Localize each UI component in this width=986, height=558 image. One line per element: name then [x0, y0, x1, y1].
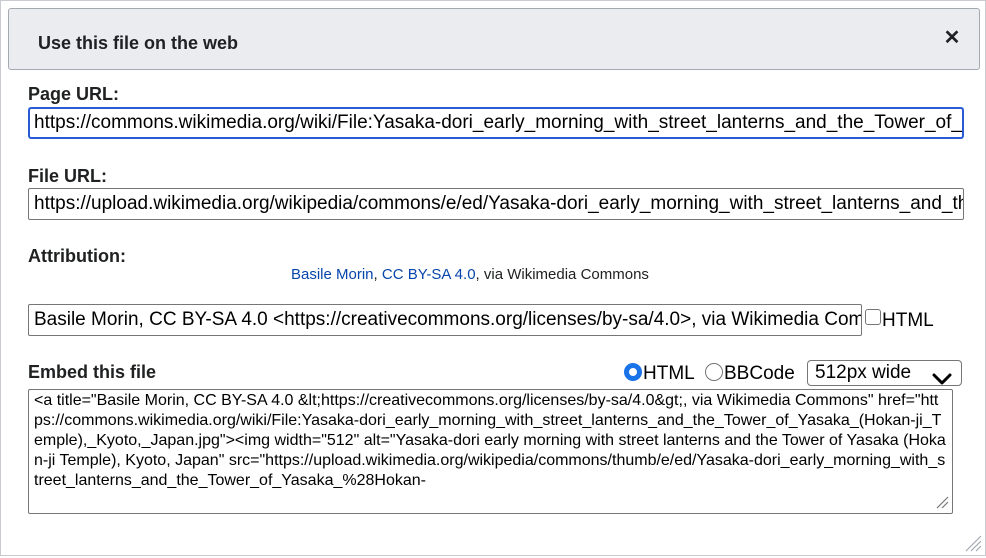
attribution-suffix: , via Wikimedia Commons	[475, 266, 649, 283]
size-select-value: 512px wide	[815, 362, 912, 383]
dialog-title: Use this file on the web	[38, 33, 239, 53]
bbcode-format-radio[interactable]	[705, 363, 723, 381]
html-attribution-label: HTML	[882, 310, 934, 331]
use-file-dialog: Use this file on the web ✕ Page URL: htt…	[0, 0, 986, 556]
file-url-label: File URL:	[28, 166, 107, 186]
dialog-resize-grip-icon[interactable]	[963, 533, 983, 558]
embed-code-textarea[interactable]: <a title="Basile Morin, CC BY-SA 4.0 &lt…	[28, 389, 953, 514]
attribution-separator: ,	[373, 266, 382, 283]
page-url-field[interactable]: https://commons.wikimedia.org/wiki/File:…	[28, 107, 964, 139]
file-url-field[interactable]: https://upload.wikimedia.org/wikipedia/c…	[28, 188, 964, 220]
page-url-label: Page URL:	[28, 84, 120, 104]
close-icon[interactable]: ✕	[941, 27, 963, 49]
dialog-titlebar: Use this file on the web ✕	[8, 8, 980, 70]
embed-code-text: <a title="Basile Morin, CC BY-SA 4.0 &lt…	[34, 392, 946, 489]
bbcode-format-label: BBCode	[724, 363, 795, 384]
html-format-radio[interactable]	[624, 363, 642, 381]
html-format-label: HTML	[643, 363, 695, 384]
size-select[interactable]: 512px wide	[807, 360, 962, 386]
embed-label: Embed this file	[28, 362, 157, 382]
attribution-preview: Basile Morin, CC BY-SA 4.0, via Wikimedi…	[291, 266, 649, 283]
attribution-field[interactable]: Basile Morin, CC BY-SA 4.0 <https://crea…	[28, 304, 862, 336]
license-link[interactable]: CC BY-SA 4.0	[382, 266, 476, 283]
author-link[interactable]: Basile Morin	[291, 266, 374, 283]
resize-grip-icon[interactable]	[935, 495, 949, 514]
attribution-label: Attribution:	[28, 246, 126, 266]
html-attribution-checkbox[interactable]	[865, 309, 881, 325]
